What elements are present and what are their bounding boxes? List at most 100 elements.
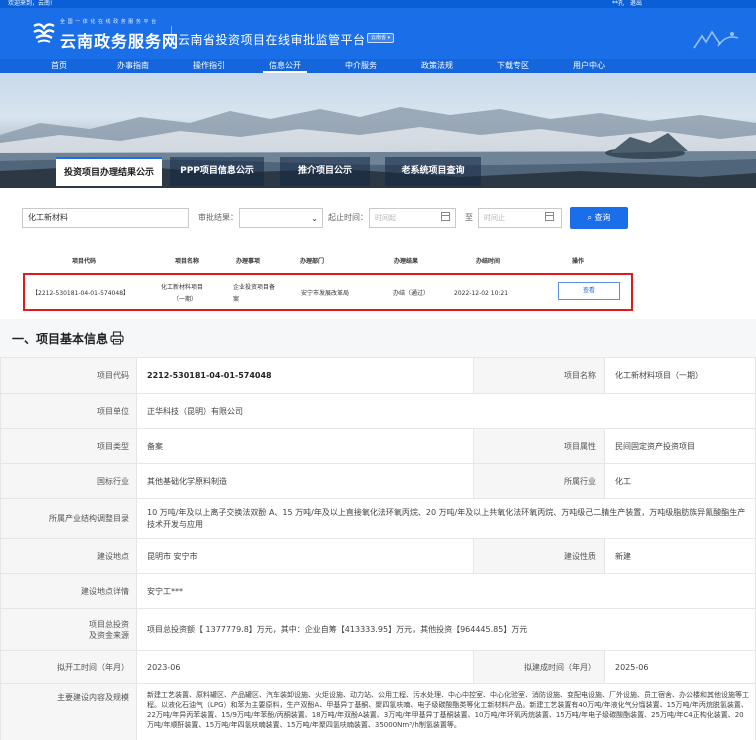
print-icon[interactable]: [110, 331, 124, 345]
portal-title: 云南省投资项目在线审批监管平台: [178, 33, 366, 47]
investment-label-line2: 及资金来源: [89, 630, 129, 640]
investment-label: 项目总投资 及资金来源: [0, 608, 137, 651]
col-project-code: 项目代码: [72, 258, 97, 265]
detail-row: 建设地点 昆明市 安宁市 建设性质 新建: [0, 538, 756, 574]
col-action: 操作: [572, 258, 585, 265]
project-name-value: 化工新材料项目（一期）: [604, 357, 756, 394]
col-matter: 办理事项: [236, 258, 261, 265]
brand-divider: [171, 26, 172, 48]
nav-policy[interactable]: 政策法规: [415, 59, 459, 73]
to-label: 至: [465, 213, 473, 222]
result-table-header: 项目代码 项目名称 办理事项 办理部门 办理结果 办结时间 操作: [0, 256, 756, 266]
brand-subtitle: 全 国 一 体 化 在 线 政 务 服 务 平 台: [60, 19, 157, 25]
welcome-text: 欢迎来到，云南!: [8, 0, 53, 7]
tab-ppp-info[interactable]: PPP项目信息公示: [170, 157, 264, 186]
nav-home[interactable]: 首页: [45, 59, 73, 73]
nav-operation[interactable]: 操作指引: [187, 59, 231, 73]
project-code-label: 项目代码: [0, 357, 137, 394]
query-button-label: 查询: [594, 213, 611, 222]
user-name-link[interactable]: **孔: [612, 0, 624, 8]
detail-row: 项目类型 备案 项目属性 民间固定资产投资项目: [0, 428, 756, 464]
detail-row: 国标行业 其他基础化学原料制造 所属行业 化工: [0, 463, 756, 499]
section-title: 一、项目基本信息: [12, 332, 109, 346]
type-value: 备案: [136, 428, 474, 464]
header-decoration-icon: [693, 30, 739, 49]
nav-guide[interactable]: 办事指南: [111, 59, 155, 73]
top-bar: 欢迎来到，云南! **孔 退出: [0, 0, 756, 8]
project-name-label: 项目名称: [473, 357, 605, 394]
catalog-label: 所属产业结构调整目录: [0, 498, 137, 539]
tab-promotion[interactable]: 推介项目公示: [280, 157, 370, 186]
detail-row: 拟开工时间（年月） 2023-06 拟建成时间（年月） 2025-06: [0, 650, 756, 684]
investment-value: 项目总投资额【 1377779.8】万元，其中：企业自筹【413333.95】万…: [136, 608, 756, 651]
start-time-value: 2023-06: [136, 650, 474, 684]
scope-value: 新建工艺装置、原料罐区、产品罐区、汽车装卸设施、火炬设施、动力站、公用工程、污水…: [136, 683, 756, 740]
unit-label: 项目单位: [0, 393, 137, 429]
tab-investment-results[interactable]: 投资项目办理结果公示: [56, 157, 162, 186]
nav-download[interactable]: 下载专区: [491, 59, 535, 73]
location-label: 建设地点: [0, 538, 137, 574]
nav-intermediary[interactable]: 中介服务: [339, 59, 383, 73]
nav-user-center[interactable]: 用户中心: [567, 59, 611, 73]
site-header: 全 国 一 体 化 在 线 政 务 服 务 平 台 云南政务服务网 云南省投资项…: [0, 8, 756, 59]
col-project-name: 项目名称: [175, 258, 200, 265]
nature-label: 建设性质: [473, 538, 605, 574]
brand-title[interactable]: 云南政务服务网: [60, 28, 179, 52]
row-matter-line2: 案: [233, 296, 240, 303]
attr-label: 项目属性: [473, 428, 605, 464]
type-label: 项目类型: [0, 428, 137, 464]
industry-value: 其他基础化学原料制造: [136, 463, 474, 499]
logout-link[interactable]: 退出: [630, 0, 642, 8]
finish-time-label: 拟建成时间（年月）: [473, 650, 605, 684]
sector-label: 所属行业: [473, 463, 605, 499]
nature-value: 新建: [604, 538, 756, 574]
detail-row: 项目代码 2212-530181-04-01-574048 项目名称 化工新材料…: [0, 357, 756, 394]
start-time-label: 拟开工时间（年月）: [0, 650, 137, 684]
keyword-input[interactable]: 化工新材料: [22, 208, 189, 228]
region-dropdown[interactable]: 云南省 ▾: [367, 33, 395, 43]
main-nav: 首页 办事指南 操作指引 信息公开 中介服务 政策法规 下载专区 用户中心: [0, 59, 756, 73]
detail-row: 项目总投资 及资金来源 项目总投资额【 1377779.8】万元，其中：企业自筹…: [0, 608, 756, 651]
row-matter-line1: 企业投资项目备: [233, 284, 276, 291]
end-date-placeholder: 时间止: [484, 214, 505, 222]
basic-info-table: 项目代码 2212-530181-04-01-574048 项目名称 化工新材料…: [0, 357, 756, 740]
result-row[interactable]: 【2212-530181-04-01-574048】 化工新材料项目 （一期） …: [23, 273, 633, 311]
detail-row: 主要建设内容及规模 新建工艺装置、原料罐区、产品罐区、汽车装卸设施、火炬设施、动…: [0, 683, 756, 740]
result-select[interactable]: ⌄: [239, 208, 323, 228]
row-department: 安宁市发展改革局: [301, 290, 350, 297]
query-button[interactable]: ⌕ 查询: [570, 207, 628, 229]
detail-row: 所属产业结构调整目录 10 万吨/年及以上离子交换法双酚 A、15 万吨/年及以…: [0, 498, 756, 539]
result-label: 审批结果：: [198, 213, 238, 222]
search-icon: ⌕: [587, 213, 592, 222]
nav-info-public[interactable]: 信息公开: [263, 59, 307, 73]
location-detail-value: 安宁工***: [136, 573, 756, 609]
sector-value: 化工: [604, 463, 756, 499]
start-date-placeholder: 时间起: [375, 214, 396, 222]
calendar-icon[interactable]: [545, 212, 554, 221]
gov-logo-icon: [33, 23, 55, 43]
scope-label: 主要建设内容及规模: [0, 683, 137, 740]
attr-value: 民间固定资产投资项目: [604, 428, 756, 464]
basic-info-section: 一、项目基本信息: [0, 319, 756, 357]
chevron-down-icon: ⌄: [311, 214, 318, 223]
investment-label-line1: 项目总投资: [89, 619, 129, 629]
finish-time-value: 2025-06: [604, 650, 756, 684]
tab-legacy-query[interactable]: 老系统项目查询: [385, 157, 481, 186]
col-department: 办理部门: [300, 258, 325, 265]
calendar-icon[interactable]: [441, 212, 450, 221]
col-finish-time: 办结时间: [476, 258, 501, 265]
view-button[interactable]: 查看: [558, 282, 620, 300]
row-project-code: 【2212-530181-04-01-574048】: [32, 290, 130, 297]
row-project-name-line2: （一期）: [173, 296, 198, 303]
detail-row: 建设地点详情 安宁工***: [0, 573, 756, 609]
location-detail-label: 建设地点详情: [0, 573, 137, 609]
row-result: 办结（通过）: [393, 290, 430, 297]
time-label: 起止时间：: [328, 213, 368, 222]
catalog-value: 10 万吨/年及以上离子交换法双酚 A、15 万吨/年及以上直接氧化法环氧丙烷、…: [136, 498, 756, 539]
industry-label: 国标行业: [0, 463, 137, 499]
detail-row: 项目单位 正华科技（昆明）有限公司: [0, 393, 756, 429]
unit-value: 正华科技（昆明）有限公司: [136, 393, 756, 429]
project-code-value: 2212-530181-04-01-574048: [136, 357, 474, 394]
row-project-name-line1: 化工新材料项目: [161, 284, 204, 291]
search-row: 化工新材料 审批结果： ⌄ 起止时间： 时间起 至 时间止 ⌕ 查询: [0, 207, 756, 229]
